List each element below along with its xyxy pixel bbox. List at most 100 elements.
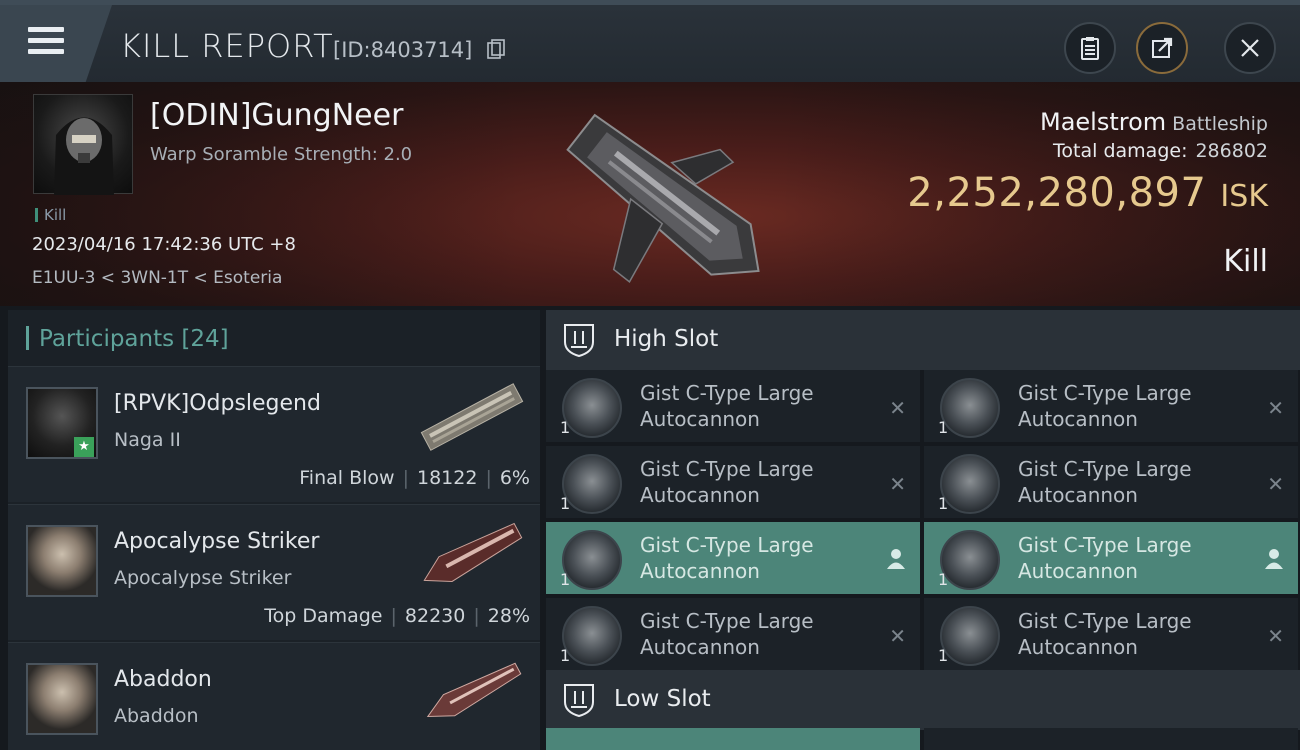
close-button[interactable] bbox=[1224, 22, 1276, 74]
low-slot-label: Low Slot bbox=[614, 686, 711, 712]
participant-name: [RPVK]Odpslegend bbox=[114, 391, 321, 416]
isk-amount: 2,252,280,897 bbox=[907, 170, 1207, 216]
autocannon-icon bbox=[562, 378, 622, 438]
copy-icon[interactable] bbox=[487, 39, 505, 59]
autocannon-icon bbox=[940, 378, 1000, 438]
participants-panel: Participants [24] ★ [RPVK]Odpslegend Nag… bbox=[8, 310, 540, 750]
participant-row[interactable]: Apocalypse Striker Apocalypse Striker To… bbox=[8, 504, 540, 640]
victim-ship-type: Maelstrom Battleship bbox=[1040, 108, 1268, 136]
clipboard-icon bbox=[1081, 37, 1099, 60]
share-button[interactable] bbox=[1136, 22, 1188, 74]
autocannon-icon bbox=[562, 454, 622, 514]
victim-ship-image bbox=[566, 113, 760, 283]
participant-damage: 18122 bbox=[416, 467, 478, 489]
share-icon bbox=[1152, 37, 1173, 58]
victim-ship-class: Battleship bbox=[1172, 113, 1268, 135]
module-item-dropped[interactable]: 1 Gist C-Type Large Autocannon bbox=[924, 522, 1298, 594]
isk-value: 2,252,280,897 ISK bbox=[907, 170, 1268, 216]
module-quantity: 1 bbox=[938, 570, 949, 589]
participant-row[interactable]: ★ [RPVK]Odpslegend Naga II Final Blow | 18… bbox=[8, 366, 540, 502]
participant-ship: Abaddon bbox=[114, 705, 199, 727]
destroyed-x-icon: ✕ bbox=[1267, 396, 1284, 420]
page-title: KILL REPORT bbox=[120, 27, 334, 65]
participant-ship: Apocalypse Striker bbox=[114, 567, 292, 589]
participant-row[interactable]: Abaddon Abaddon bbox=[8, 642, 540, 750]
module-item[interactable]: 1 Gist C-Type Large Autocannon ✕ bbox=[546, 446, 920, 518]
kill-datetime: 2023/04/16 17:42:36 UTC +8 bbox=[32, 234, 296, 255]
module-item[interactable]: 1 Gist C-Type Large Autocannon ✕ bbox=[924, 370, 1298, 442]
participant-ship: Naga II bbox=[114, 429, 181, 451]
module-item[interactable]: 1 Gist C-Type Large Autocannon ✕ bbox=[546, 598, 920, 670]
module-item[interactable]: 1 Gist C-Type Large Autocannon ✕ bbox=[546, 370, 920, 442]
close-icon bbox=[1241, 39, 1259, 57]
module-quantity: 1 bbox=[560, 570, 571, 589]
warp-scramble-strength: Warp Soramble Strength: 2.0 bbox=[150, 144, 413, 165]
participant-ship-image bbox=[426, 662, 522, 717]
module-name: Gist C-Type Large Autocannon bbox=[640, 457, 814, 507]
participant-stats: Final Blow | 18122 | 6% bbox=[299, 467, 530, 489]
participant-ship-image bbox=[423, 522, 523, 582]
module-item[interactable]: 1 Gist C-Type Large Autocannon ✕ bbox=[924, 446, 1298, 518]
autocannon-icon bbox=[562, 530, 622, 590]
module-name: Gist C-Type Large Autocannon bbox=[1018, 381, 1192, 431]
participant-role: Final Blow bbox=[299, 467, 395, 489]
victim-name[interactable]: [ODIN]GungNeer bbox=[150, 98, 403, 133]
victim-banner: [ODIN]GungNeer Warp Soramble Strength: 2… bbox=[0, 82, 1300, 306]
total-damage-value: 286802 bbox=[1195, 140, 1268, 162]
module-item-partial[interactable] bbox=[546, 728, 920, 750]
destroyed-x-icon: ✕ bbox=[889, 624, 906, 648]
module-item-partial[interactable] bbox=[924, 728, 1298, 750]
destroyed-x-icon: ✕ bbox=[1267, 624, 1284, 648]
person-icon bbox=[887, 549, 905, 569]
clipboard-button[interactable] bbox=[1064, 22, 1116, 74]
module-quantity: 1 bbox=[938, 418, 949, 437]
module-item-dropped[interactable]: 1 Gist C-Type Large Autocannon bbox=[546, 522, 920, 594]
victim-ship-name[interactable]: Maelstrom bbox=[1040, 108, 1166, 136]
total-damage-label: Total damage: bbox=[1053, 140, 1188, 162]
module-name: Gist C-Type Large Autocannon bbox=[1018, 533, 1192, 583]
victim-avatar[interactable] bbox=[33, 94, 133, 195]
low-slot-icon bbox=[564, 684, 594, 718]
star-icon: ★ bbox=[74, 437, 94, 457]
high-slot-icon bbox=[564, 324, 594, 358]
autocannon-icon bbox=[940, 454, 1000, 514]
low-slot-header: Low Slot bbox=[546, 670, 1300, 730]
module-quantity: 1 bbox=[938, 494, 949, 513]
kill-location: E1UU-3 < 3WN-1T < Esoteria bbox=[32, 268, 283, 288]
module-name: Gist C-Type Large Autocannon bbox=[640, 533, 814, 583]
destroyed-x-icon: ✕ bbox=[889, 472, 906, 496]
module-quantity: 1 bbox=[560, 418, 571, 437]
module-quantity: 1 bbox=[560, 494, 571, 513]
autocannon-icon bbox=[940, 530, 1000, 590]
report-result: Kill bbox=[1223, 244, 1268, 279]
participant-avatar bbox=[26, 663, 98, 735]
menu-tab[interactable] bbox=[0, 5, 112, 87]
module-name: Gist C-Type Large Autocannon bbox=[1018, 457, 1192, 507]
module-name: Gist C-Type Large Autocannon bbox=[1018, 609, 1192, 659]
high-slot-label: High Slot bbox=[614, 326, 719, 352]
destroyed-x-icon: ✕ bbox=[1267, 472, 1284, 496]
participants-header: Participants [24] bbox=[26, 326, 229, 352]
person-icon bbox=[1265, 549, 1283, 569]
report-id: [ID:8403714] bbox=[333, 38, 473, 62]
module-name: Gist C-Type Large Autocannon bbox=[640, 609, 814, 659]
module-quantity: 1 bbox=[938, 646, 949, 665]
total-damage: Total damage: 286802 bbox=[1053, 140, 1268, 162]
participant-name: Apocalypse Striker bbox=[114, 529, 320, 554]
participant-percent: 6% bbox=[499, 467, 530, 489]
participant-avatar bbox=[26, 525, 98, 597]
participant-ship-image bbox=[420, 383, 524, 451]
top-bar: KILL REPORT [ID:8403714] bbox=[0, 0, 1300, 87]
module-item[interactable]: 1 Gist C-Type Large Autocannon ✕ bbox=[924, 598, 1298, 670]
participant-stats: Top Damage | 82230 | 28% bbox=[264, 605, 530, 627]
destroyed-x-icon: ✕ bbox=[889, 396, 906, 420]
participant-name: Abaddon bbox=[114, 667, 212, 692]
autocannon-icon bbox=[562, 606, 622, 666]
participant-damage: 82230 bbox=[404, 605, 466, 627]
isk-unit: ISK bbox=[1220, 179, 1268, 214]
hamburger-menu-icon[interactable] bbox=[28, 27, 64, 57]
high-slot-header: High Slot bbox=[546, 310, 1300, 370]
participant-percent: 28% bbox=[487, 605, 530, 627]
module-name: Gist C-Type Large Autocannon bbox=[640, 381, 814, 431]
module-quantity: 1 bbox=[560, 646, 571, 665]
